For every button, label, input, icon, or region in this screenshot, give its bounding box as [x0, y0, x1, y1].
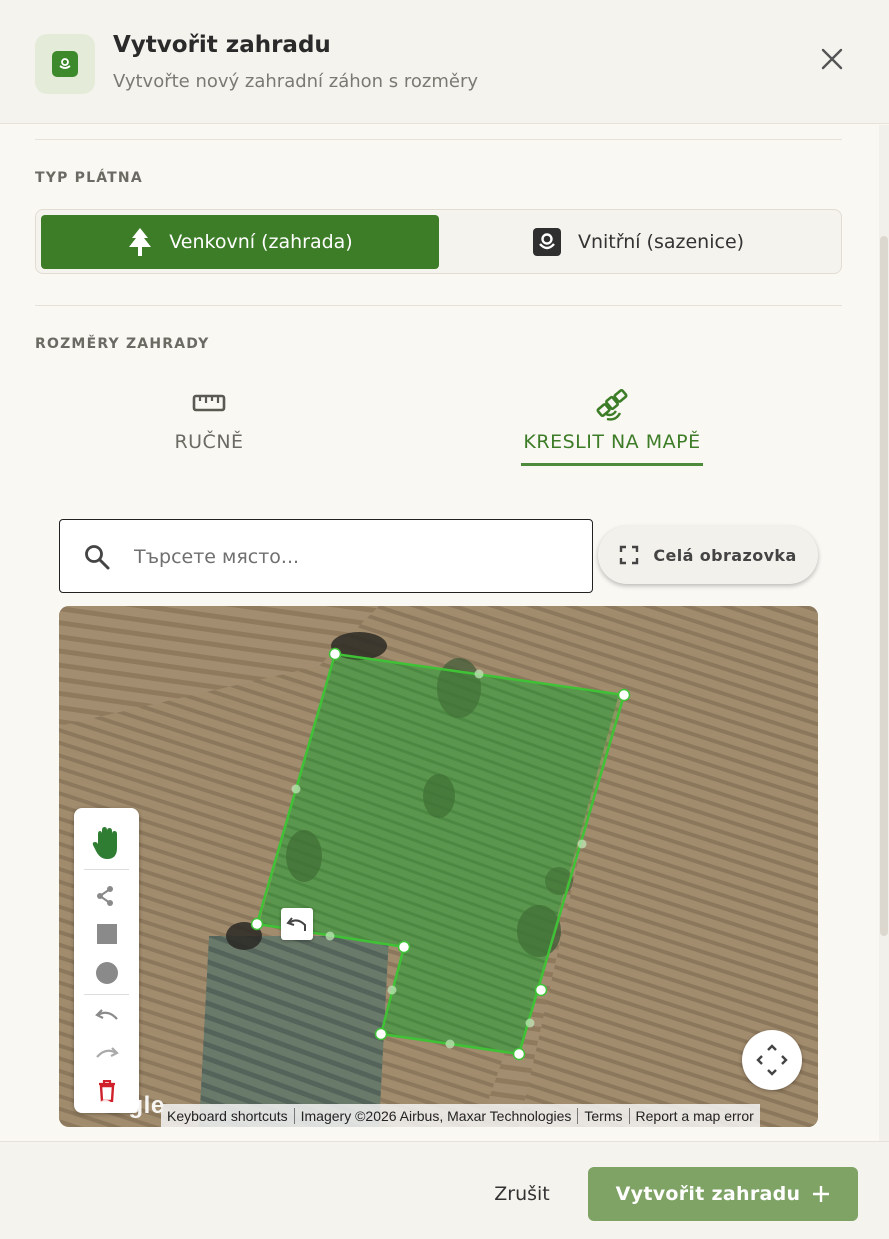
report-error-link[interactable]: Report a map error	[630, 1108, 760, 1124]
canvas-type-toggle: Venkovní (zahrada) Vnitřní (sazenice)	[35, 209, 842, 274]
cancel-button[interactable]: Zrušit	[475, 1168, 569, 1220]
circle-tool[interactable]	[74, 954, 139, 992]
fullscreen-button[interactable]: Celá obrazovka	[598, 526, 818, 584]
canvas-type-outdoor[interactable]: Venkovní (zahrada)	[41, 215, 439, 269]
rectangle-tool[interactable]	[74, 916, 139, 952]
recenter-icon	[756, 1044, 788, 1076]
tab-manual[interactable]: RUČNĚ	[153, 385, 265, 453]
recenter-button[interactable]	[742, 1030, 802, 1090]
search-icon	[85, 545, 110, 570]
satellite-icon	[596, 388, 628, 421]
fullscreen-label: Celá obrazovka	[653, 545, 797, 565]
canvas-type-outdoor-label: Venkovní (zahrada)	[169, 231, 353, 253]
divider	[35, 305, 842, 306]
rectangle-icon	[96, 924, 117, 944]
place-search	[59, 519, 593, 593]
tab-draw-on-map[interactable]: KRESLIT NA MAPĚ	[521, 385, 703, 466]
google-logo: Google	[79, 1092, 165, 1119]
keyboard-shortcuts-link[interactable]: Keyboard shortcuts	[161, 1107, 295, 1124]
undo-vertex-button[interactable]	[281, 908, 313, 940]
map-attribution: Keyboard shortcuts Imagery ©2026 Airbus,…	[161, 1104, 760, 1127]
drawing-toolbar	[74, 808, 139, 1113]
canvas-type-indoor-label: Vnitřní (sazenice)	[577, 231, 745, 253]
dialog-title: Vytvořit zahradu	[113, 32, 331, 58]
redo-icon	[95, 1047, 119, 1058]
tab-draw-on-map-label: KRESLIT NA MAPĚ	[523, 431, 701, 453]
fullscreen-icon	[620, 545, 639, 565]
canvas-type-label: TYP PLÁTNA	[35, 170, 143, 186]
create-garden-label: Vytvořit zahradu	[615, 1183, 801, 1205]
close-icon	[821, 48, 843, 70]
imagery-credit: Imagery ©2026 Airbus, Maxar Technologies	[295, 1107, 579, 1124]
toolbar-separator	[84, 994, 129, 995]
tree-icon	[129, 228, 152, 256]
pan-tool[interactable]	[74, 822, 139, 864]
redo-button[interactable]	[74, 1036, 139, 1074]
dialog-subtitle: Vytvořte nový zahradní záhon s rozměry	[113, 71, 479, 92]
dimensions-label: ROZMĚRY ZAHRADY	[35, 336, 210, 352]
undo-icon	[94, 1009, 118, 1020]
dialog-header: Vytvořit zahradu Vytvořte nový zahradní …	[0, 0, 889, 124]
plus-icon	[813, 1186, 830, 1202]
close-button[interactable]	[815, 42, 849, 76]
polyline-icon	[96, 886, 113, 906]
ruler-icon	[192, 394, 226, 412]
hand-icon	[92, 827, 117, 859]
seedling-icon	[532, 228, 561, 256]
toolbar-separator	[84, 869, 129, 870]
tab-manual-label: RUČNĚ	[174, 431, 244, 453]
divider	[35, 139, 842, 140]
undo-button[interactable]	[74, 998, 139, 1036]
circle-icon	[95, 962, 118, 984]
scrollbar-thumb[interactable]	[880, 236, 888, 936]
active-tab-indicator	[521, 463, 703, 466]
canvas-type-indoor[interactable]: Vnitřní (sazenice)	[439, 215, 837, 269]
garden-icon	[35, 34, 95, 94]
satellite-map[interactable]: Google Keyboard shortcuts Imagery ©2026 …	[59, 606, 818, 1127]
map-imagery	[59, 606, 818, 1127]
dimension-mode-tabs: RUČNĚ KRESLIT NA MAPĚ	[35, 385, 842, 480]
search-input[interactable]	[134, 538, 574, 576]
polyline-tool[interactable]	[74, 878, 139, 914]
undo-icon	[286, 917, 306, 931]
terms-link[interactable]: Terms	[578, 1107, 630, 1124]
create-garden-button[interactable]: Vytvořit zahradu	[588, 1167, 858, 1221]
